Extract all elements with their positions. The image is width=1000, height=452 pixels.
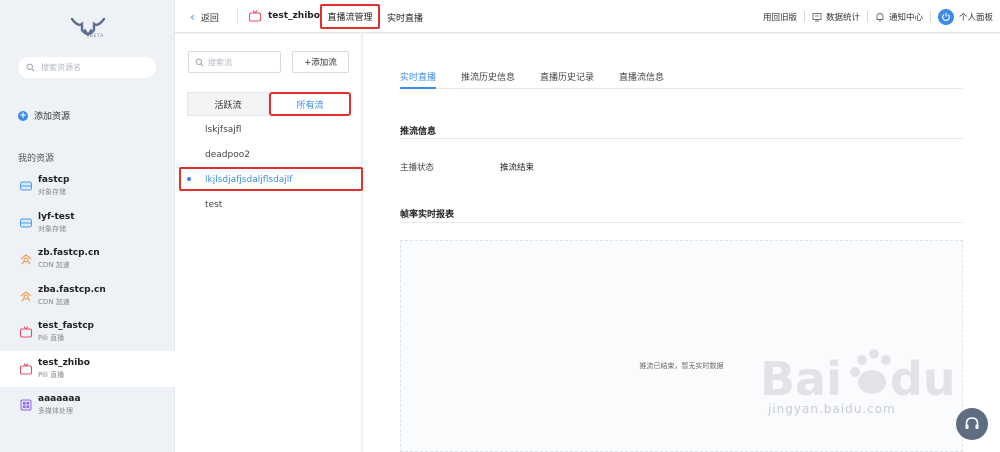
chart-title: 帧率实时报表 — [400, 210, 455, 220]
chart-icon — [812, 12, 822, 21]
status-value: 推流结束 — [500, 163, 535, 173]
add-resource-button[interactable]: + 添加资源 — [18, 109, 70, 122]
old-version-link[interactable]: 用回旧版 — [756, 11, 804, 23]
stream-name: lskjfsajfl — [205, 124, 242, 135]
resource-search[interactable] — [18, 57, 156, 78]
search-icon — [195, 58, 204, 66]
tab-push-history[interactable]: 推流历史信息 — [461, 63, 515, 89]
back-button[interactable]: ‹ 返回 — [190, 11, 219, 24]
stream-item[interactable]: lskjfsajfl — [175, 117, 361, 142]
resource-item-zb-fastcp[interactable]: zb.fastcp.cn CDN 加速 — [0, 241, 175, 278]
plus-circle-icon: + — [18, 110, 28, 121]
resource-item-test-fastcp[interactable]: test_fastcp Pili 直播 — [0, 314, 175, 351]
stream-item[interactable]: deadpoo2 — [175, 142, 361, 167]
detail-tabs: 实时直播 推流历史信息 直播历史记录 直播流信息 — [400, 63, 963, 89]
storage-icon — [20, 218, 32, 228]
sidebar: BETA + 添加资源 我的资源 fastcp 对象存储 lyf-test 对象存储… — [0, 0, 175, 452]
divider — [400, 138, 963, 139]
tab-live-history[interactable]: 直播历史记录 — [540, 63, 594, 89]
resource-item-fastcp[interactable]: fastcp 对象存储 — [0, 168, 175, 205]
stream-panel: +添加流 活跃流 所有流 lskjfsajfl deadpoo2 lkjlsdj… — [175, 34, 363, 452]
resource-name: aaaaaaa — [38, 394, 81, 405]
headset-icon — [965, 417, 979, 429]
notifications-link[interactable]: 通知中心 — [868, 11, 930, 23]
add-resource-label: 添加资源 — [34, 112, 71, 122]
profile-label: 个人面板 — [958, 12, 993, 23]
live-icon — [19, 326, 33, 338]
chevron-left-icon: ‹ — [190, 10, 195, 24]
logo-icon — [70, 17, 106, 37]
resource-search-input[interactable] — [41, 63, 141, 72]
stream-item-selected[interactable]: lkjlsdjafjsdaljflsdajlf — [175, 167, 363, 192]
live-icon — [19, 362, 33, 375]
tab-active-streams[interactable]: 活跃流 — [187, 92, 269, 116]
live-icon — [248, 10, 262, 22]
add-stream-button[interactable]: +添加流 — [292, 51, 349, 73]
resource-type: Pili 直播 — [38, 370, 65, 379]
resource-name: test_fastcp — [38, 321, 94, 332]
resource-item-lyf-test[interactable]: lyf-test 对象存储 — [0, 205, 175, 242]
stream-name: test — [205, 199, 223, 210]
back-label: 返回 — [200, 14, 219, 24]
resource-type: CDN 加速 — [38, 261, 70, 270]
resource-item-zba-fastcp[interactable]: zba.fastcp.cn CDN 加速 — [0, 278, 175, 315]
divider — [400, 222, 963, 223]
profile-link[interactable]: 个人面板 — [931, 8, 1000, 25]
storage-icon — [20, 181, 32, 191]
bell-icon — [876, 12, 884, 21]
current-resource-name: test_zhibo — [268, 11, 320, 21]
resource-name: lyf-test — [38, 211, 75, 222]
tab-all-streams[interactable]: 所有流 — [269, 92, 351, 116]
resource-type: 对象存储 — [38, 188, 66, 197]
divider — [237, 9, 238, 23]
my-resources-heading: 我的资源 — [18, 154, 55, 164]
resource-list: fastcp 对象存储 lyf-test 对象存储 zb.fastcp.cn CDN … — [0, 168, 175, 424]
resource-type: 多媒体处理 — [38, 407, 73, 416]
stats-label: 数据统计 — [825, 12, 860, 23]
resource-type: 对象存储 — [38, 224, 66, 233]
stream-tabs: 活跃流 所有流 — [187, 92, 351, 116]
stream-detail: 实时直播 推流历史信息 直播历史记录 直播流信息 推流信息 主播状态 推流结束 … — [363, 34, 1000, 452]
stream-list: lskjfsajfl deadpoo2 lkjlsdjafjsdaljflsda… — [175, 117, 363, 217]
selection-highlight — [179, 167, 363, 191]
top-bar-actions: 用回旧版 数据统计 通知中心 个人面板 — [756, 0, 1000, 33]
stats-link[interactable]: 数据统计 — [805, 11, 867, 23]
cdn-icon — [20, 254, 32, 265]
stream-search[interactable] — [188, 51, 281, 73]
stream-name: deadpoo2 — [205, 149, 250, 160]
tab-stream-info[interactable]: 直播流信息 — [619, 63, 664, 89]
resource-item-aaaaaaa[interactable]: aaaaaaa 多媒体处理 — [0, 387, 175, 424]
search-icon — [26, 63, 35, 72]
selected-dot-icon — [187, 177, 191, 181]
media-icon — [20, 399, 32, 411]
push-info-title: 推流信息 — [400, 127, 437, 137]
power-icon — [937, 8, 954, 25]
tab-live-broadcast[interactable]: 实时直播 — [387, 11, 423, 24]
resource-item-test-zhibo[interactable]: test_zhibo Pili 直播 — [0, 350, 175, 387]
cdn-icon — [20, 291, 32, 302]
framerate-chart: 推流已结束，暂无实时数据 — [400, 240, 963, 452]
resource-name: test_zhibo — [38, 357, 90, 368]
status-label: 主播状态 — [400, 163, 435, 173]
resource-type: CDN 加速 — [38, 297, 70, 306]
resource-name: fastcp — [38, 175, 70, 186]
tab-stream-management[interactable]: 直播流管理 — [320, 4, 380, 29]
logo-beta-label: BETA — [90, 33, 105, 38]
stream-search-input[interactable] — [208, 57, 278, 67]
stream-item[interactable]: test — [175, 192, 361, 217]
resource-name: zba.fastcp.cn — [38, 284, 106, 295]
resource-name: zb.fastcp.cn — [38, 248, 100, 259]
watermark-text: jingyan.baidu.com — [768, 402, 896, 416]
top-bar: ‹ 返回 test_zhibo 直播流管理 实时直播 用回旧版 数据统计 通知中… — [175, 0, 1000, 33]
chart-empty-message: 推流已结束，暂无实时数据 — [639, 362, 724, 370]
notifications-label: 通知中心 — [888, 12, 923, 23]
tab-realtime-live[interactable]: 实时直播 — [400, 63, 437, 89]
support-chat-button[interactable] — [956, 408, 988, 440]
resource-type: Pili 直播 — [38, 334, 65, 343]
